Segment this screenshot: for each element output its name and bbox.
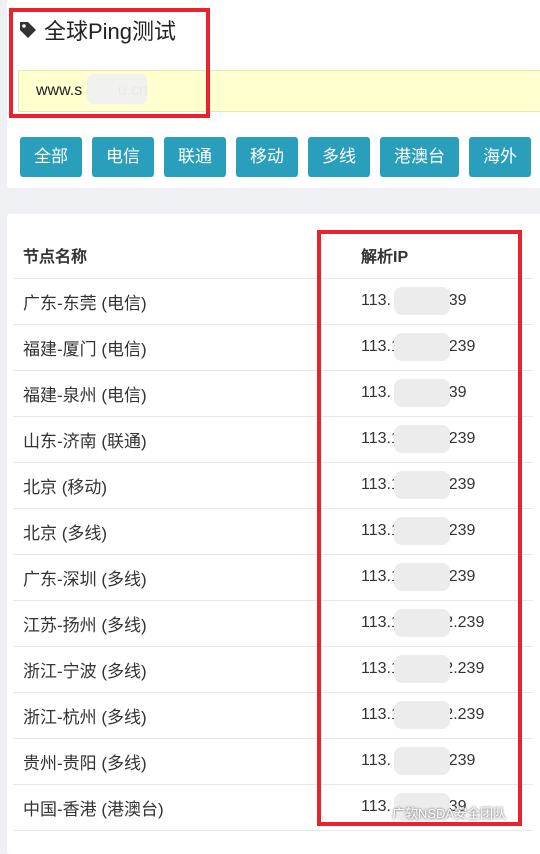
node-name: 浙江-杭州 (多线) (23, 707, 147, 727)
ip-redaction-blur (394, 517, 450, 545)
ip-redaction-blur (394, 747, 450, 775)
ip-redaction-blur (394, 701, 450, 729)
table-row: 贵州-贵阳 (多线) 113. 2.239 (13, 738, 533, 785)
filter-unicom-button[interactable]: 联通 (164, 137, 226, 177)
table-header: 节点名称 解析IP (13, 232, 533, 279)
filter-mobile-button[interactable]: 移动 (236, 137, 298, 177)
table-row: 江苏-扬州 (多线) 113.1 2.239 (13, 600, 533, 647)
node-name: 江苏-扬州 (多线) (23, 615, 147, 635)
page-title: 全球Ping测试 (44, 19, 177, 44)
filter-all-button[interactable]: 全部 (20, 137, 82, 177)
ip-redaction-blur (394, 287, 450, 315)
ip-redaction-blur (394, 471, 450, 499)
table-row: 浙江-宁波 (多线) 113.1 2.239 (13, 646, 533, 693)
node-name: 浙江-宁波 (多线) (23, 661, 147, 681)
table-row: 广东-深圳 (多线) 113.1 .239 (13, 554, 533, 601)
ip-redaction-blur (394, 563, 450, 591)
node-name: 广东-深圳 (多线) (23, 569, 147, 589)
ip-redaction-blur (394, 655, 450, 683)
column-header-node: 节点名称 (23, 249, 88, 266)
filter-multiline-button[interactable]: 多线 (308, 137, 370, 177)
ip-redaction-blur (394, 379, 450, 407)
filter-tabs: 全部 电信 联通 移动 多线 港澳台 海外 (20, 137, 531, 177)
page-header: 全球Ping测试 (18, 14, 176, 46)
table-row: 福建-厦门 (电信) 113.1 .239 (13, 324, 533, 371)
table-row: 北京 (多线) 113.1 .239 (13, 508, 533, 555)
filter-telecom-button[interactable]: 电信 (92, 137, 154, 177)
node-name: 贵州-贵阳 (多线) (23, 753, 147, 773)
filter-overseas-button[interactable]: 海外 (469, 137, 531, 177)
node-name: 福建-厦门 (电信) (23, 339, 147, 359)
table-row: 广东-东莞 (电信) 113. .239 (13, 278, 533, 325)
node-name: 山东-济南 (联通) (23, 431, 147, 451)
ip-redaction-blur (394, 425, 450, 453)
watermark-text: 广软NSDA安全团队 (392, 806, 507, 821)
column-header-ip: 解析IP (361, 249, 409, 266)
node-name: 中国-香港 (港澳台) (23, 799, 164, 819)
table-row: 北京 (移动) 113.1 .239 (13, 462, 533, 509)
filter-hk-macao-tw-button[interactable]: 港澳台 (380, 137, 459, 177)
ip-redaction-blur (394, 333, 450, 361)
ip-redaction-blur (394, 609, 450, 637)
tag-icon (20, 22, 36, 38)
domain-redaction-blur (87, 74, 147, 104)
node-name: 福建-泉州 (电信) (23, 385, 147, 405)
node-name: 北京 (移动) (23, 477, 108, 497)
table-row: 山东-济南 (联通) 113.1 .239 (13, 416, 533, 463)
table-row: 福建-泉州 (电信) 113. .239 (13, 370, 533, 417)
node-name: 北京 (多线) (23, 523, 108, 543)
table-row: 浙江-杭州 (多线) 113.1 2.239 (13, 692, 533, 739)
node-name: 广东-东莞 (电信) (23, 293, 147, 313)
